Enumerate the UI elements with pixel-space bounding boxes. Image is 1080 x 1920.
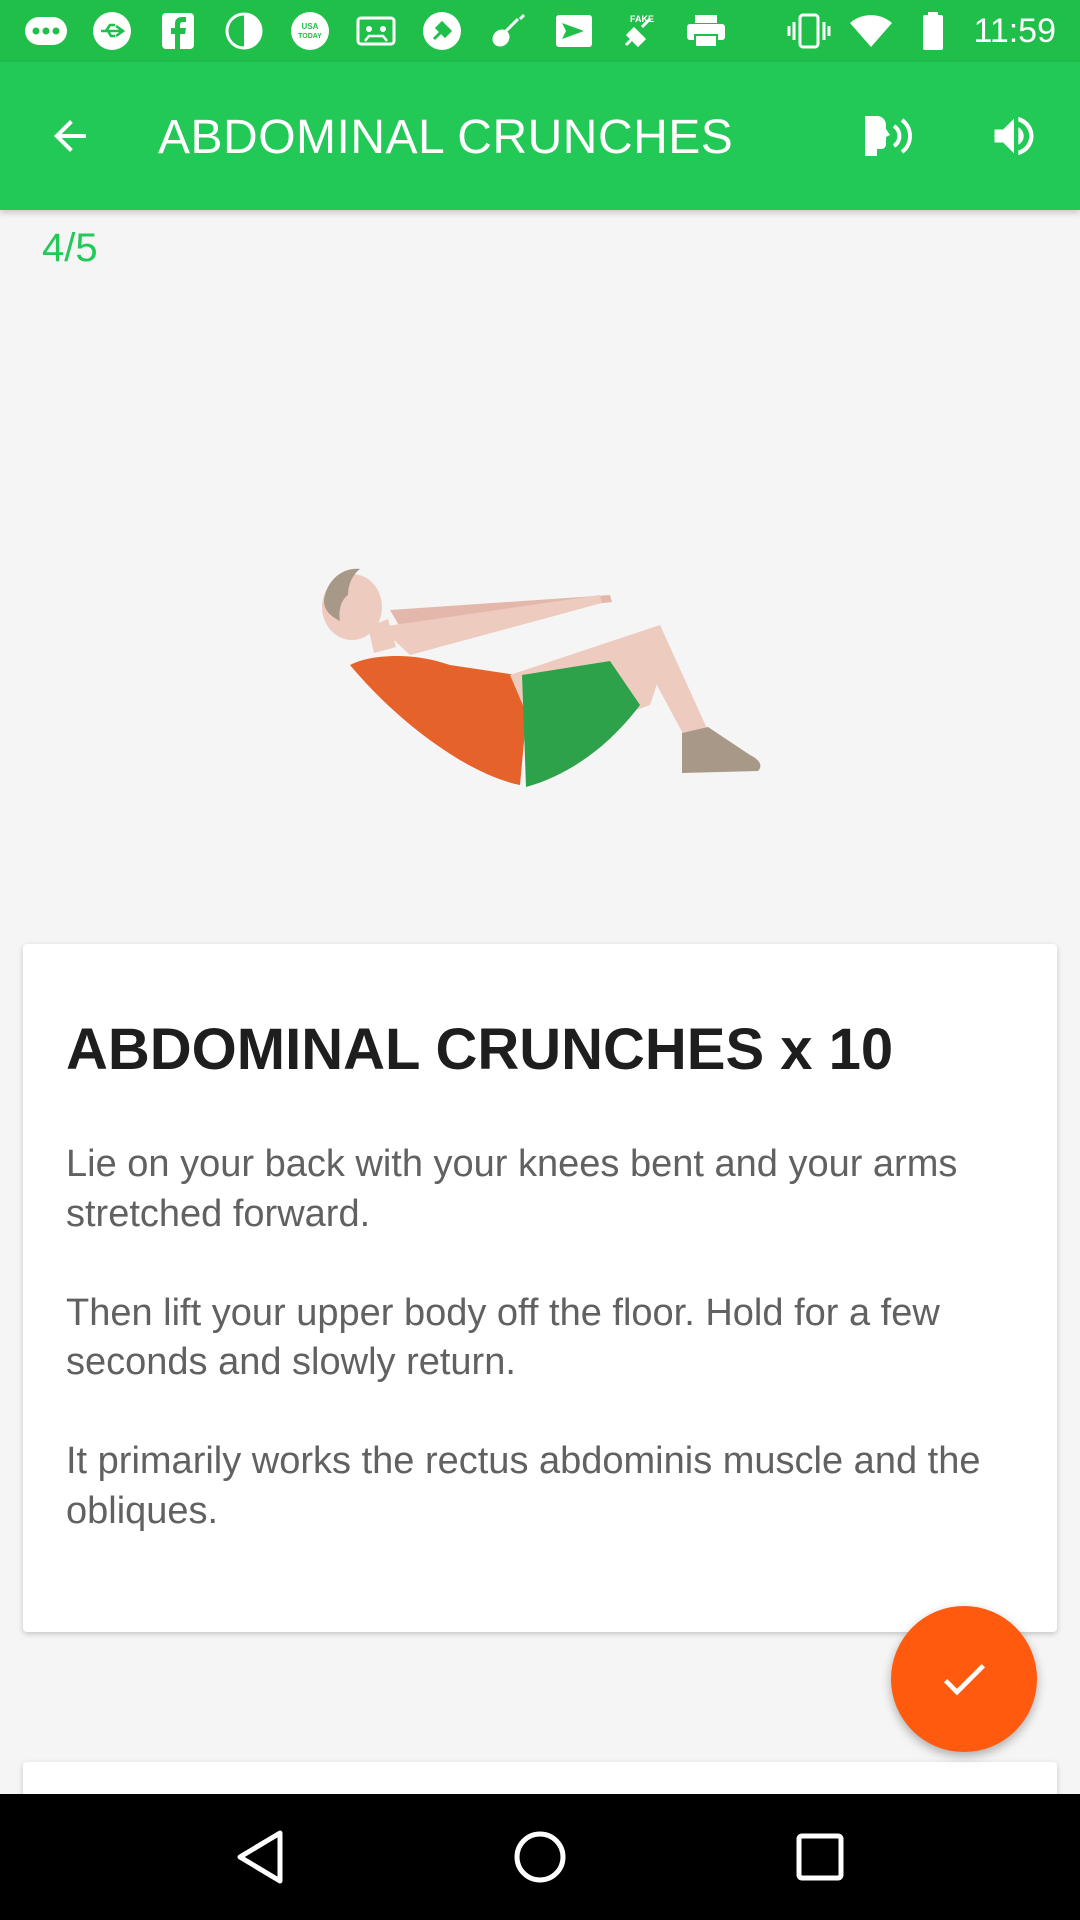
exercise-card: ABDOMINAL CRUNCHES x 10 Lie on your back…: [23, 944, 1057, 1632]
more-dots-icon: [24, 9, 68, 53]
system-status: 11:59: [787, 9, 1056, 53]
description-paragraph: Lie on your back with your knees bent an…: [66, 1143, 958, 1235]
printer-icon: [684, 9, 728, 53]
app-bar: ABDOMINAL CRUNCHES: [0, 62, 1080, 210]
exercise-title: ABDOMINAL CRUNCHES x 10: [66, 1017, 894, 1082]
description-paragraph: It primarily works the rectus abdominis …: [66, 1440, 981, 1532]
status-bar: USA TODAY FAKE 11:59: [0, 0, 1080, 62]
wifi-icon: [849, 9, 893, 53]
navigation-bar: [0, 1794, 1080, 1920]
exercise-progress: 4/5: [42, 226, 98, 270]
back-triangle-icon: [237, 1830, 283, 1884]
notification-icons: USA TODAY FAKE: [24, 9, 728, 53]
volume-icon: [994, 116, 1034, 156]
home-circle-icon: [514, 1831, 566, 1883]
guitar-icon: [486, 9, 530, 53]
arrow-back-icon: [54, 120, 86, 152]
screen: USA TODAY FAKE 11:59 ABDOMINAL CRUNCHES …: [0, 0, 1080, 1920]
vibrate-icon: [787, 9, 831, 53]
check-icon: [943, 1664, 985, 1696]
usb-icon: [90, 9, 134, 53]
send-box-icon: [552, 9, 596, 53]
exercise-illustration: [310, 555, 810, 805]
voice-guide-icon: [865, 116, 912, 156]
volume-button[interactable]: [982, 106, 1046, 166]
nav-home-button[interactable]: [500, 1817, 580, 1897]
back-button[interactable]: [40, 106, 100, 166]
description-paragraph: Then lift your upper body off the floor.…: [66, 1291, 940, 1384]
exercise-description: Lie on your back with your knees bent an…: [66, 1140, 1006, 1536]
done-button[interactable]: [891, 1606, 1037, 1752]
nav-recents-button[interactable]: [780, 1817, 860, 1897]
cassette-icon: [354, 9, 398, 53]
circle-half-icon: [222, 9, 266, 53]
recents-square-icon: [796, 1833, 844, 1881]
satellite-icon: [420, 9, 464, 53]
page-title: ABDOMINAL CRUNCHES: [158, 111, 734, 164]
usa-today-icon: USA TODAY: [288, 9, 332, 53]
svg-text:FAKE: FAKE: [630, 14, 654, 24]
facebook-icon: [156, 9, 200, 53]
status-time: 11:59: [973, 11, 1056, 50]
nav-back-button[interactable]: [220, 1817, 300, 1897]
svg-text:TODAY: TODAY: [298, 33, 322, 40]
battery-icon: [911, 9, 955, 53]
svg-text:USA: USA: [302, 22, 319, 31]
fake-gps-icon: FAKE: [618, 9, 662, 53]
voice-guide-button[interactable]: [856, 106, 920, 166]
